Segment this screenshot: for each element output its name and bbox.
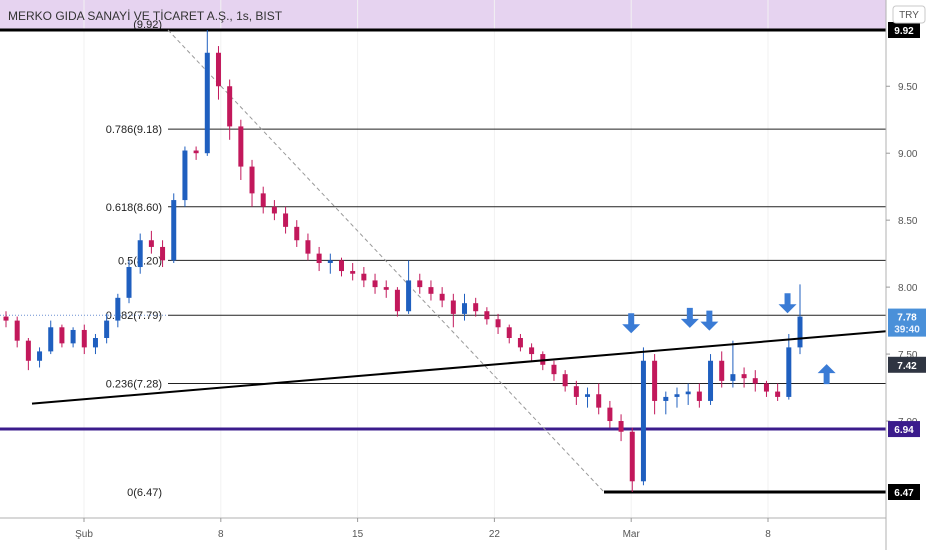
candle-body-8 [92, 338, 98, 348]
candle-body-41 [462, 303, 468, 314]
price-tag-text-2: 7.42 [897, 361, 917, 372]
candle-body-67 [752, 378, 758, 384]
candle-body-39 [439, 293, 445, 301]
candle-body-58 [652, 360, 658, 401]
candle-body-64 [719, 360, 725, 381]
candle-body-70 [786, 347, 792, 397]
x-tick-label-3: 22 [489, 529, 501, 540]
candle-body-19 [215, 52, 221, 87]
candle-body-20 [227, 86, 233, 127]
candle-body-26 [294, 226, 300, 241]
candle-body-71 [797, 316, 803, 348]
candle-body-62 [696, 391, 702, 401]
candle-body-65 [730, 374, 736, 381]
candle-body-27 [305, 240, 311, 254]
candle-body-3 [37, 351, 43, 361]
candle-body-60 [674, 394, 680, 397]
chart-title: MERKO GIDA SANAYİ VE TİCARET A.Ş., 1s, B… [8, 9, 283, 23]
candle-body-22 [249, 166, 255, 194]
candle-body-49 [551, 364, 557, 375]
candle-body-40 [450, 300, 456, 314]
candle-body-66 [741, 374, 747, 379]
x-tick-label-1: 8 [218, 529, 224, 540]
candle-body-59 [663, 396, 669, 401]
candle-body-45 [506, 327, 512, 338]
chart-background [0, 0, 932, 550]
candle-body-11 [126, 267, 132, 298]
candle-body-56 [629, 431, 635, 482]
level-price-text-0: 9.92 [894, 26, 914, 37]
y-tick-label-1: 9.00 [898, 149, 918, 160]
candle-body-1 [14, 320, 20, 341]
x-tick-label-0: Şub [75, 529, 93, 540]
candle-body-50 [562, 374, 568, 387]
candle-body-13 [148, 240, 154, 247]
candle-body-12 [137, 240, 143, 268]
x-tick-label-5: 8 [765, 529, 771, 540]
candle-body-24 [271, 206, 277, 214]
price-chart[interactable]: (9.92)0.786(9.18)0.618(8.60)0.5(8.20)0.3… [0, 0, 932, 550]
candle-body-43 [484, 311, 490, 320]
candle-body-2 [25, 340, 31, 361]
level-price-text-2: 6.47 [894, 488, 914, 499]
candle-body-46 [517, 338, 523, 348]
candle-body-51 [573, 386, 579, 397]
y-tick-label-3: 8.00 [898, 283, 918, 294]
candle-body-61 [685, 391, 691, 395]
candle-body-63 [708, 360, 714, 401]
candle-body-55 [618, 421, 624, 432]
candle-body-53 [596, 394, 602, 408]
fib-label-5: 0.236(7.28) [106, 379, 162, 391]
candle-body-23 [260, 193, 266, 207]
candle-body-32 [361, 273, 367, 281]
y-tick-label-0: 9.50 [898, 82, 918, 93]
candle-body-18 [204, 52, 210, 154]
candle-body-4 [48, 327, 54, 352]
candle-body-7 [81, 329, 87, 348]
candle-body-14 [160, 246, 166, 261]
x-tick-label-2: 15 [352, 529, 364, 540]
candle-body-36 [406, 280, 412, 312]
candle-body-52 [585, 394, 591, 397]
candle-body-54 [607, 407, 613, 422]
currency-label: TRY [899, 10, 919, 21]
candle-body-31 [350, 271, 356, 274]
level-price-text-1: 6.94 [894, 425, 914, 436]
candle-body-35 [394, 289, 400, 312]
fib-label-1: 0.786(9.18) [106, 124, 162, 136]
candle-body-47 [529, 347, 535, 355]
fib-label-6: 0(6.47) [127, 487, 162, 499]
candle-body-68 [763, 383, 769, 392]
x-tick-label-4: Mar [623, 529, 641, 540]
candle-body-9 [104, 320, 110, 338]
y-tick-label-2: 8.50 [898, 216, 918, 227]
candle-body-29 [327, 260, 333, 264]
candle-body-16 [182, 150, 188, 201]
candle-body-42 [473, 303, 479, 312]
fib-label-4: 0.382(7.79) [106, 310, 162, 322]
fib-label-2: 0.618(8.60) [106, 202, 162, 214]
candle-body-21 [238, 126, 244, 167]
candle-body-30 [338, 260, 344, 272]
candle-body-10 [115, 297, 121, 321]
candle-body-25 [283, 213, 289, 227]
candle-body-44 [495, 319, 501, 328]
candle-body-38 [428, 287, 434, 294]
candle-body-6 [70, 329, 76, 344]
price-tag-text-1: 39:40 [894, 325, 920, 336]
candle-body-5 [59, 327, 65, 344]
candle-body-34 [383, 287, 389, 290]
candle-body-33 [372, 280, 378, 288]
candle-body-15 [171, 200, 177, 261]
candle-body-0 [3, 316, 9, 321]
candle-body-28 [316, 253, 322, 264]
candle-body-37 [417, 280, 423, 288]
candle-body-57 [640, 360, 646, 482]
candle-body-17 [193, 150, 199, 154]
candle-body-69 [775, 391, 781, 397]
